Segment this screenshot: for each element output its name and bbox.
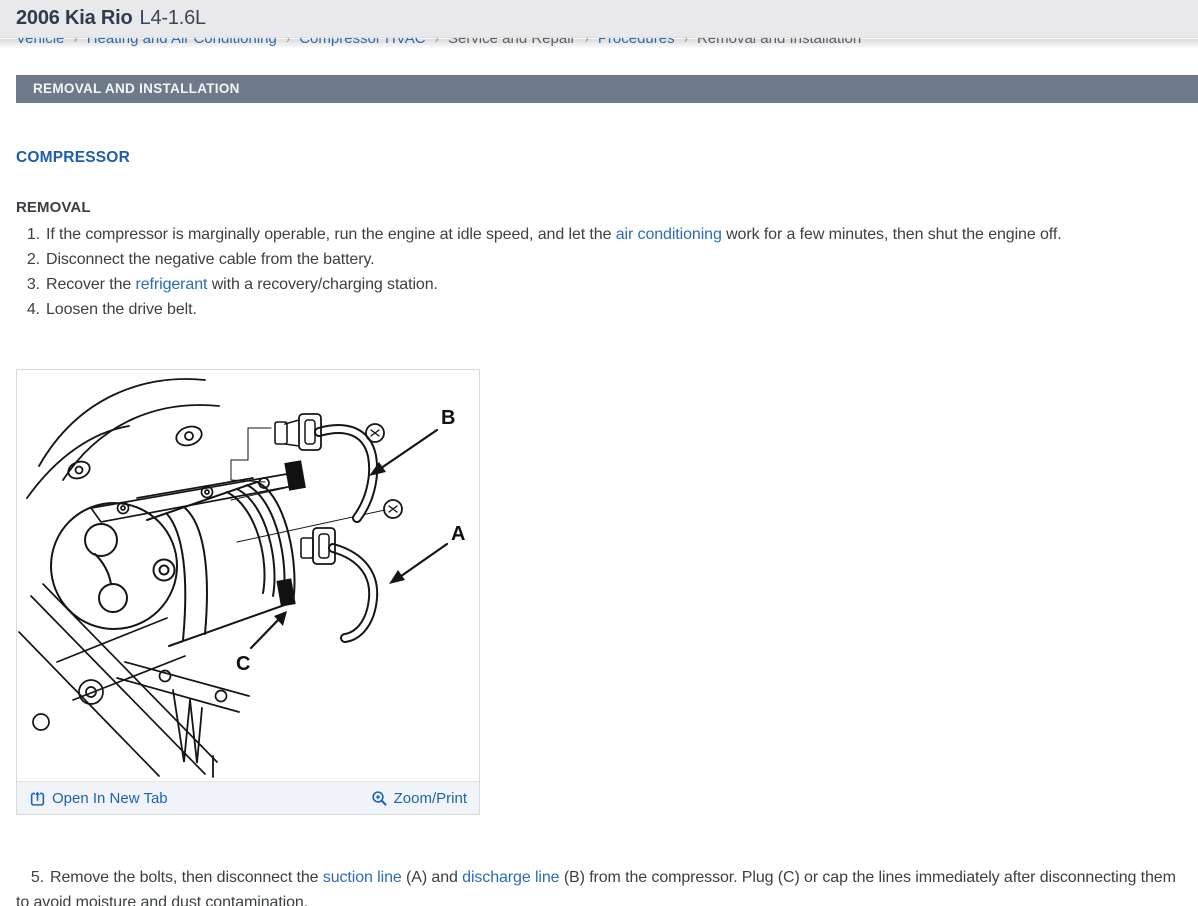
inline-link[interactable]: air conditioning [616, 226, 722, 243]
plug-1 [284, 460, 306, 491]
page-title-engine: L4-1.6L [139, 7, 207, 29]
plug-2 [276, 578, 296, 607]
step-text: (A) and [401, 869, 463, 886]
step-item: 2. Disconnect the negative cable from the… [16, 247, 1182, 272]
figure-footer: Open In New Tab Zoom/Print [17, 781, 479, 814]
inline-link[interactable]: discharge line [462, 869, 559, 886]
arrow-c [249, 611, 287, 650]
zoom-icon [371, 790, 387, 806]
page-title: 2006 Kia Rio [16, 7, 133, 29]
compressor-diagram: B A C [18, 378, 465, 778]
step-number: 1. [26, 226, 40, 243]
step-number: 5. [30, 869, 44, 886]
compressor-body [50, 481, 296, 647]
step-text: If the compressor is marginally operable… [46, 226, 616, 243]
step-text: with a recovery/charging station. [207, 276, 438, 293]
step-text: Recover the [46, 276, 136, 293]
zoom-print-label: Zoom/Print [393, 789, 467, 807]
removal-subheading: REMOVAL [16, 199, 91, 216]
figure-box: B A C Open In New Tab Zoom/Print [16, 369, 480, 815]
open-in-new-tab-label: Open In New Tab [52, 789, 168, 807]
diagram-label-b: B [441, 407, 455, 429]
diagram-label-c: C [236, 653, 250, 675]
zoom-print-link[interactable]: Zoom/Print [371, 790, 467, 807]
step-text: work for a few minutes, then shut the en… [721, 226, 1062, 243]
open-in-new-tab-link[interactable]: Open In New Tab [29, 790, 168, 807]
step-item: 1. If the compressor is marginally operab… [16, 222, 1182, 247]
hose-a [300, 499, 403, 643]
step-text: Loosen the drive belt. [46, 301, 197, 318]
open-in-new-tab-icon [30, 791, 45, 806]
inline-link[interactable]: suction line [323, 869, 402, 886]
arrow-a [389, 542, 449, 584]
step-number: 3. [26, 276, 40, 293]
figure-image: B A C [17, 370, 479, 781]
diagram-label-a: A [451, 523, 465, 545]
section-header-label: REMOVAL AND INSTALLATION [33, 81, 240, 96]
page: Vehicle › Heating and Air Conditioning › Com… [0, 0, 1198, 906]
step-text: Remove the bolts, then disconnect the [50, 869, 323, 886]
step-item: 4. Loosen the drive belt. [16, 297, 1182, 322]
step-item: 3. Recover the refrigerant with a recover… [16, 272, 1182, 297]
article-heading: COMPRESSOR [16, 149, 130, 166]
step-number: 2. [26, 251, 40, 268]
engine-block-lines [18, 583, 250, 777]
step-5: 5. Remove the bolts, then disconnect the … [16, 865, 1182, 906]
section-header-bar: REMOVAL AND INSTALLATION [16, 75, 1198, 103]
page-header: 2006 Kia Rio L4-1.6L [0, 0, 1198, 38]
step-text: Disconnect the negative cable from the b… [46, 251, 375, 268]
step-number: 4. [26, 301, 40, 318]
engine-outline [26, 378, 220, 499]
inline-link[interactable]: refrigerant [136, 276, 208, 293]
removal-steps: 1. If the compressor is marginally operab… [16, 222, 1182, 322]
arrow-b [369, 428, 439, 476]
